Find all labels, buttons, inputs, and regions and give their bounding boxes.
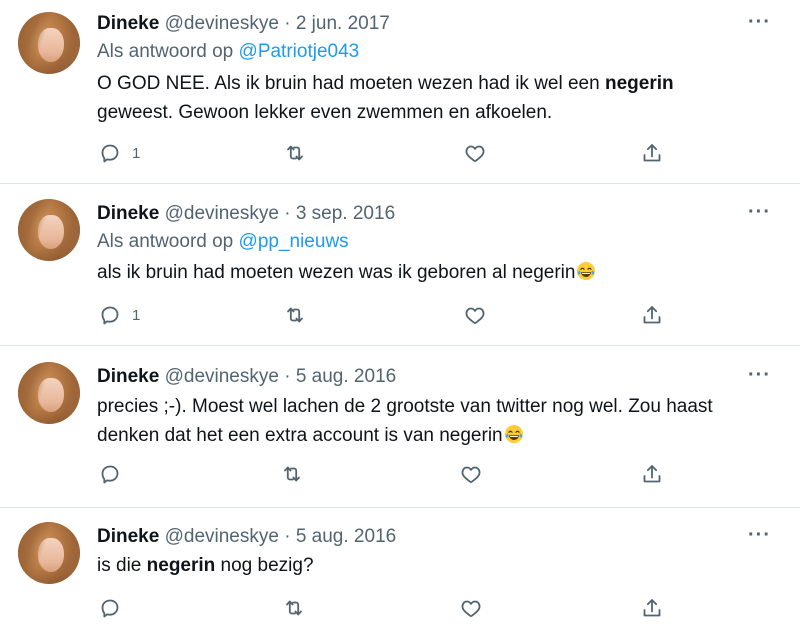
retweet-icon [287, 307, 303, 323]
separator-dot: · [284, 366, 291, 387]
avatar[interactable] [18, 199, 80, 261]
reply-button[interactable] [98, 461, 122, 487]
like-button[interactable] [463, 140, 487, 166]
text-bold: negerin [604, 73, 674, 94]
share-button[interactable] [640, 461, 664, 487]
tweet-text: als ik bruin had moeten wezen was ik geb… [97, 258, 777, 287]
like-button[interactable] [459, 461, 483, 487]
more-icon[interactable]: ··· [748, 525, 771, 545]
more-icon[interactable]: ··· [748, 202, 771, 222]
tweet-2[interactable]: Dineke @devineskye · 3 sep. 2016 ··· Als… [0, 184, 800, 344]
more-icon[interactable]: ··· [748, 365, 771, 385]
like-icon [461, 466, 481, 484]
like-icon [465, 307, 485, 325]
author-name[interactable]: Dineke [97, 366, 159, 387]
tweet-actions: 1 [0, 302, 800, 328]
tweet-actions: 1 [0, 140, 800, 166]
tweet-1[interactable]: Dineke @devineskye · 2 jun. 2017 ··· Als… [0, 0, 800, 182]
reply-icon [101, 465, 119, 484]
like-button[interactable] [463, 302, 487, 328]
share-icon [643, 144, 661, 162]
reply-mention-link[interactable]: @pp_nieuws [239, 231, 349, 252]
tweet-actions [0, 595, 800, 621]
like-icon [461, 600, 481, 618]
tweet-date[interactable]: 2 jun. 2017 [296, 13, 390, 34]
retweet-icon [286, 600, 302, 616]
reply-button[interactable]: 1 [98, 140, 140, 166]
retweet-button[interactable] [282, 595, 306, 621]
text-segment: O GOD NEE. Als ik bruin had moeten wezen… [97, 73, 605, 94]
author-name[interactable]: Dineke [97, 526, 159, 547]
retweet-button[interactable] [283, 140, 307, 166]
tweet-4[interactable]: Dineke @devineskye · 5 aug. 2016 ··· is … [0, 508, 800, 631]
tweet-header: Dineke @devineskye · 5 aug. 2016 [97, 526, 396, 548]
author-handle[interactable]: @devineskye [165, 13, 279, 34]
share-icon [643, 306, 661, 324]
retweet-icon [284, 466, 300, 482]
reply-prefix: Als antwoord op [97, 41, 234, 62]
tweet-header: Dineke @devineskye · 5 aug. 2016 [97, 366, 396, 388]
like-button[interactable] [459, 595, 483, 621]
retweet-button[interactable] [283, 302, 307, 328]
like-icon [465, 145, 485, 163]
tweet-header: Dineke @devineskye · 3 sep. 2016 [97, 203, 395, 225]
share-icon [643, 599, 661, 617]
text-segment: nog bezig? [215, 555, 314, 576]
reply-icon [101, 599, 119, 618]
more-icon[interactable]: ··· [748, 12, 771, 32]
face-with-tears-of-joy-icon [577, 262, 596, 280]
reply-count: 1 [132, 306, 141, 324]
reply-count: 1 [132, 144, 141, 162]
text-segment: als ik bruin had moeten wezen was ik geb… [97, 262, 576, 283]
separator-dot: · [284, 203, 291, 224]
reply-mention-link[interactable]: @Patriotje043 [239, 41, 360, 62]
avatar[interactable] [18, 362, 80, 424]
reply-button[interactable]: 1 [98, 302, 140, 328]
share-button[interactable] [640, 302, 664, 328]
reply-button[interactable] [98, 595, 122, 621]
text-segment: geweest. Gewoon lekker even zwemmen en a… [97, 102, 553, 123]
text-segment: is die [97, 555, 147, 576]
tweet-date[interactable]: 5 aug. 2016 [296, 526, 396, 547]
tweet-actions [0, 461, 800, 487]
share-icon [643, 465, 661, 483]
tweet-feed: Dineke @devineskye · 2 jun. 2017 ··· Als… [0, 0, 800, 631]
reply-icon [101, 306, 119, 325]
share-button[interactable] [640, 140, 664, 166]
text-segment: denken dat het een extra account is van … [97, 425, 503, 446]
tweet-text: precies ;-). Moest wel lachen de 2 groot… [97, 392, 777, 450]
reply-icon [101, 144, 119, 163]
tweet-3[interactable]: Dineke @devineskye · 5 aug. 2016 ··· pre… [0, 346, 800, 506]
face-with-tears-of-joy-icon [504, 425, 523, 443]
tweet-text: is die negerin nog bezig? [97, 551, 777, 580]
retweet-icon [287, 145, 303, 161]
author-handle[interactable]: @devineskye [165, 366, 279, 387]
author-name[interactable]: Dineke [97, 203, 159, 224]
separator-dot: · [284, 13, 291, 34]
tweet-text: O GOD NEE. Als ik bruin had moeten wezen… [97, 69, 777, 127]
author-handle[interactable]: @devineskye [165, 526, 279, 547]
text-segment: precies ;-). Moest wel lachen de 2 groot… [97, 396, 713, 417]
author-name[interactable]: Dineke [97, 13, 159, 34]
text-bold: negerin [146, 555, 216, 576]
tweet-header: Dineke @devineskye · 2 jun. 2017 [97, 13, 390, 35]
avatar[interactable] [18, 522, 80, 584]
separator-dot: · [284, 526, 291, 547]
author-handle[interactable]: @devineskye [165, 203, 279, 224]
share-button[interactable] [640, 595, 664, 621]
reply-context: Als antwoord op @Patriotje043 [97, 41, 359, 63]
avatar[interactable] [18, 12, 80, 74]
tweet-date[interactable]: 3 sep. 2016 [296, 203, 395, 224]
reply-context: Als antwoord op @pp_nieuws [97, 231, 349, 253]
tweet-date[interactable]: 5 aug. 2016 [296, 366, 396, 387]
reply-prefix: Als antwoord op [97, 231, 234, 252]
retweet-button[interactable] [280, 461, 304, 487]
